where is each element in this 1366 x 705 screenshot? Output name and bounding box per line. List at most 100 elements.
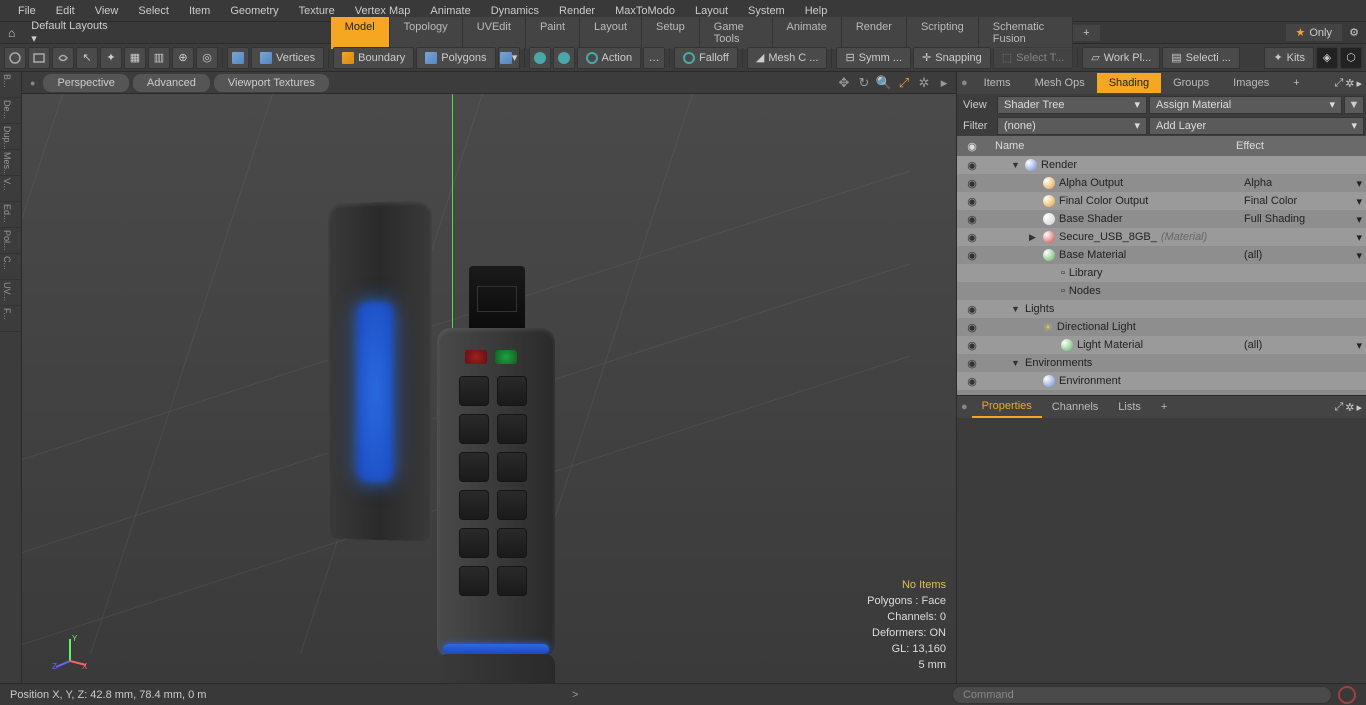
mode-tab-render[interactable]: Render [842,17,907,49]
menu-vertex-map[interactable]: Vertex Map [345,5,421,17]
menu-view[interactable]: View [85,5,129,17]
menu-edit[interactable]: Edit [46,5,85,17]
tree-row[interactable]: ◉Light Material(all)▾ [957,336,1366,354]
rail-item[interactable]: C... [0,254,21,280]
mode-tab-game-tools[interactable]: Game Tools [700,17,773,49]
rect-tool-icon[interactable] [28,47,50,69]
menu-geometry[interactable]: Geometry [220,5,288,17]
vertices-button[interactable]: Vertices [251,47,324,69]
view-dropdown[interactable]: Shader Tree▾ [997,96,1147,114]
vp-gear-icon[interactable]: ✲ [916,75,932,91]
tab-shading[interactable]: Shading [1097,73,1161,93]
visibility-eye-icon[interactable]: ◉ [957,213,987,226]
falloff-button[interactable]: Falloff [674,47,738,69]
tab-viewport-textures[interactable]: Viewport Textures [214,74,329,92]
command-input[interactable]: Command [952,686,1332,704]
mode-tab-layout[interactable]: Layout [580,17,642,49]
menu-item[interactable]: Item [179,5,220,17]
mesh-icon[interactable] [227,47,249,69]
tab-channels[interactable]: Channels [1042,397,1108,417]
tab-properties[interactable]: Properties [972,396,1042,418]
props-expand-icon[interactable]: ⤢ [1334,401,1343,414]
rail-item[interactable]: Dup... [0,124,21,150]
boundary-button[interactable]: Boundary [333,47,414,69]
tab-items[interactable]: Items [972,73,1023,93]
rail-item[interactable]: UV... [0,280,21,306]
rail-item[interactable]: Ed... [0,202,21,228]
shader-tree[interactable]: ◉▼Render◉Alpha OutputAlpha▾◉Final Color … [957,156,1366,395]
tab-props-add[interactable]: + [1151,397,1177,417]
menu-dynamics[interactable]: Dynamics [481,5,549,17]
polygons-button[interactable]: Polygons [416,47,495,69]
tab-lists[interactable]: Lists [1108,397,1151,417]
action-more-icon[interactable]: … [643,47,665,69]
tree-row[interactable]: ◉Environment [957,372,1366,390]
tab-perspective[interactable]: Perspective [43,74,128,92]
add-mode-button[interactable]: + [1073,25,1099,41]
mode-tab-uvedit[interactable]: UVEdit [463,17,526,49]
grid1-tool-icon[interactable]: ▦ [124,47,146,69]
tab-advanced[interactable]: Advanced [133,74,210,92]
cube-dd-icon[interactable]: ▾ [498,47,520,69]
rp-dot-icon[interactable]: ● [957,77,972,89]
filter-funnel-icon[interactable]: ▼ [1344,96,1364,114]
tree-row[interactable]: ◉▼Environments [957,354,1366,372]
symmetry-button[interactable]: ⊟ Symm ... [836,47,911,69]
rail-item[interactable]: F... [0,306,21,332]
mesh-constraint-button[interactable]: ◢ Mesh C ... [747,47,828,69]
menu-system[interactable]: System [738,5,795,17]
teal2-icon[interactable] [553,47,575,69]
lasso-tool-icon[interactable] [52,47,74,69]
visibility-eye-icon[interactable]: ◉ [957,195,987,208]
menu-animate[interactable]: Animate [420,5,480,17]
rail-item[interactable]: V... [0,176,21,202]
pointer-tool-icon[interactable]: ↖ [76,47,98,69]
tree-row[interactable]: ◉☀Directional Light [957,318,1366,336]
unreal-icon[interactable]: ⬡ [1340,47,1362,69]
tree-row[interactable]: ◉Base Material(all)▾ [957,246,1366,264]
tree-row[interactable]: ◉Final Color OutputFinal Color▾ [957,192,1366,210]
rail-item[interactable]: B... [0,72,21,98]
tree-row[interactable]: ◉▼Render [957,156,1366,174]
circle-tool-icon[interactable] [4,47,26,69]
vp-dot-icon[interactable]: ● [26,78,39,88]
tree-row[interactable]: ◉Base ShaderFull Shading▾ [957,210,1366,228]
props-menu-icon[interactable]: ▸ [1356,401,1362,414]
tree-row[interactable]: ▫Library [957,264,1366,282]
add-layer-dropdown[interactable]: Add Layer▾ [1149,117,1364,135]
rotate-icon[interactable]: ↻ [856,75,872,91]
mode-tab-setup[interactable]: Setup [642,17,700,49]
tree-row[interactable]: ◉▼Lights [957,300,1366,318]
select-through-button[interactable]: ⬚ Select T... [993,47,1074,69]
settings-gear-icon[interactable]: ⚙ [1346,25,1362,41]
tab-groups[interactable]: Groups [1161,73,1221,93]
assign-material-dropdown[interactable]: Assign Material▾ [1149,96,1342,114]
record-button[interactable] [1338,686,1356,704]
link-tool-icon[interactable]: ⊕ [172,47,194,69]
filter-dropdown[interactable]: (none)▾ [997,117,1147,135]
visibility-eye-icon[interactable]: ◉ [957,231,987,244]
mode-tab-topology[interactable]: Topology [390,17,463,49]
zoom-icon[interactable]: 🔍 [876,75,892,91]
axis-widget[interactable]: Y X Z [52,633,88,669]
visibility-eye-icon[interactable]: ◉ [957,375,987,388]
tab-add[interactable]: + [1281,73,1311,93]
rp-menu-icon[interactable]: ▸ [1356,77,1362,90]
snapping-button[interactable]: ✛ Snapping [913,47,991,69]
move-icon[interactable]: ✥ [836,75,852,91]
menu-texture[interactable]: Texture [289,5,345,17]
grid2-tool-icon[interactable]: ▥ [148,47,170,69]
paint-tool-icon[interactable]: ✦ [100,47,122,69]
visibility-eye-icon[interactable]: ◉ [957,339,987,352]
layouts-home-icon[interactable]: ⌂ [8,26,15,40]
visibility-eye-icon[interactable]: ◉ [957,303,987,316]
rail-item[interactable]: Pol... [0,228,21,254]
tab-mesh-ops[interactable]: Mesh Ops [1023,73,1097,93]
rp-expand-icon[interactable]: ⤢ [1334,77,1343,90]
mode-tab-scripting[interactable]: Scripting [907,17,979,49]
mode-tab-model[interactable]: Model [331,17,390,49]
rail-item[interactable]: Mes... [0,150,21,176]
selection-button[interactable]: ▤ Selecti ... [1162,47,1240,69]
vp-menu-icon[interactable]: ▸ [936,75,952,91]
mode-tab-animate[interactable]: Animate [773,17,842,49]
